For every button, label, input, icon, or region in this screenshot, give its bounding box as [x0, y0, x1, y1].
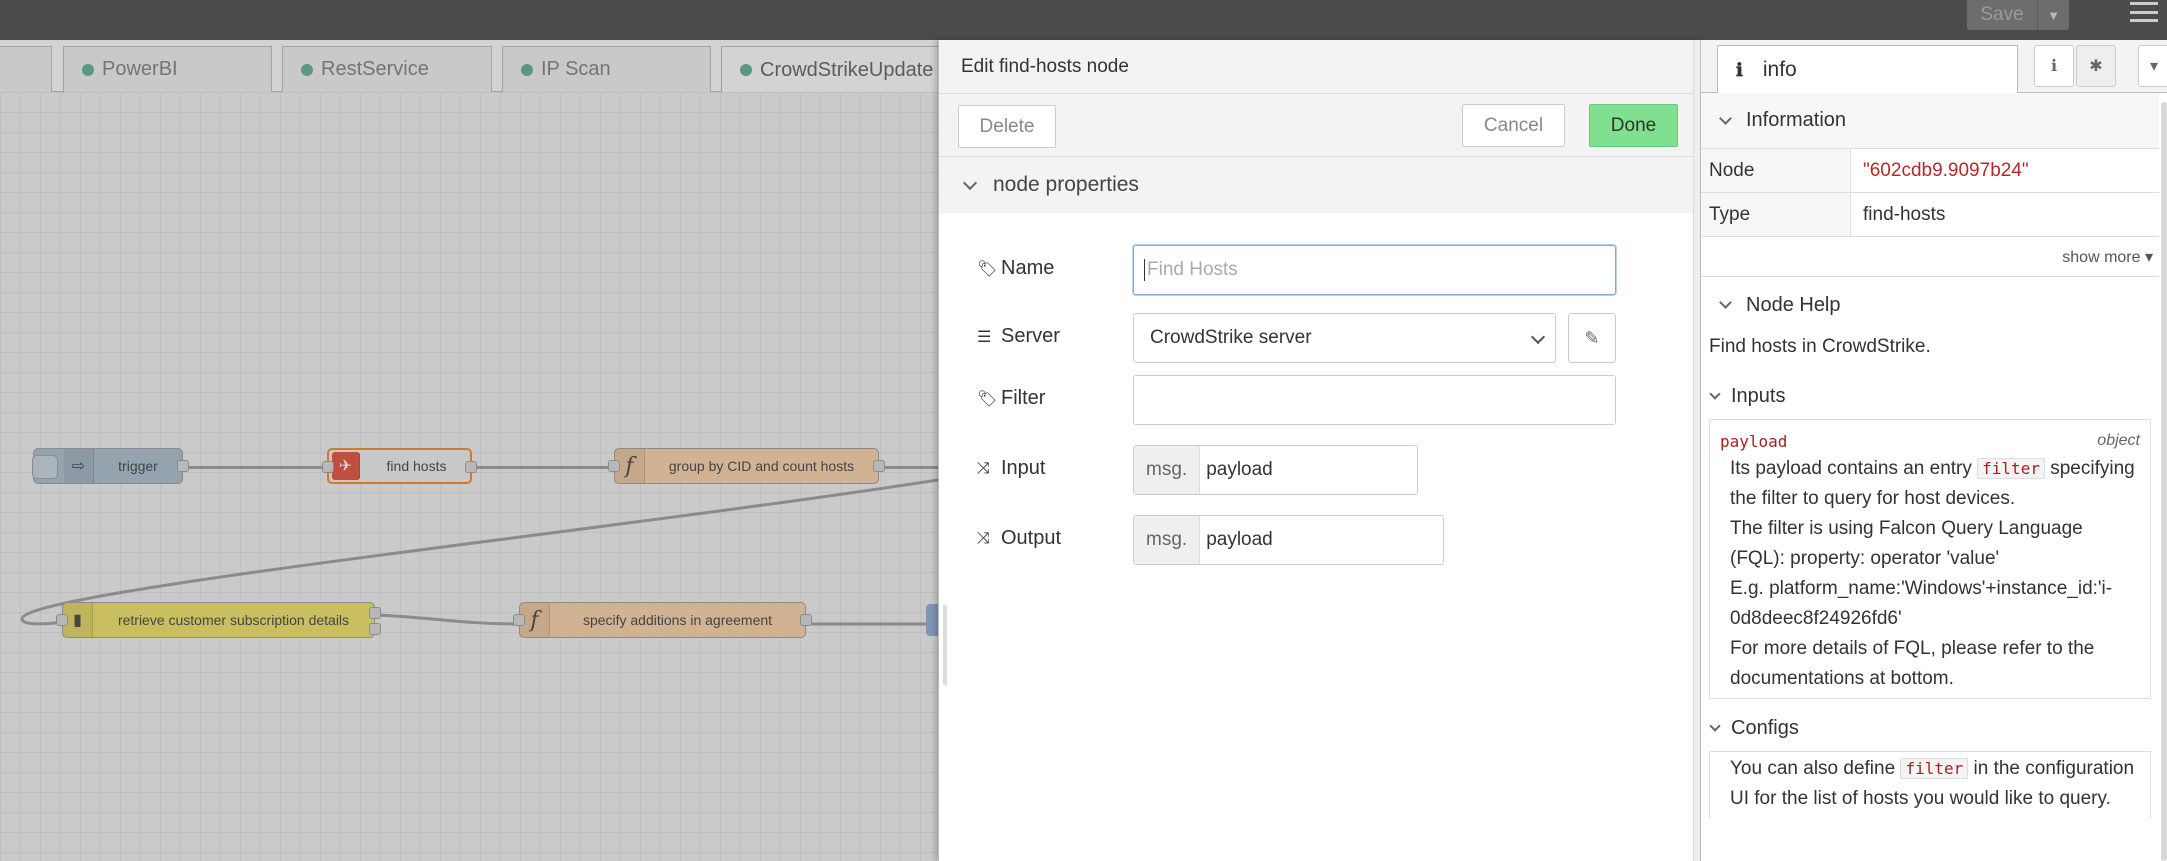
- inline-code: filter: [1977, 458, 2045, 479]
- msg-prefix[interactable]: msg.: [1134, 516, 1201, 564]
- header-text: Node Help: [1746, 293, 1841, 316]
- node-key: Node: [1701, 149, 1851, 192]
- doc-paragraph: For more details of FQL, please refer to…: [1730, 638, 2095, 689]
- input-label: ⤨ Input: [977, 457, 1045, 480]
- property-name: payload: [1720, 431, 1788, 451]
- doc-paragraph: E.g. platform_name:'Windows'+instance_id…: [1730, 578, 2113, 629]
- server-value: CrowdStrike server: [1150, 327, 1312, 348]
- server-label: ☰ Server: [977, 325, 1060, 348]
- edit-server-button[interactable]: ✎: [1568, 313, 1616, 363]
- sidebar-tabs: ℹ info ℹ ✱ ▾: [1701, 40, 2167, 94]
- payload-doc: payload object Its payload contains an e…: [1709, 419, 2151, 699]
- name-input[interactable]: Find Hosts: [1133, 245, 1616, 295]
- name-row: 🏷 Name Find Hosts: [939, 245, 1701, 295]
- inline-code: filter: [1900, 758, 1969, 779]
- deploy-group: Save ▼: [1967, 0, 2069, 30]
- workspace-overlay: [0, 40, 938, 861]
- sidebar-scrollbar[interactable]: [2161, 102, 2167, 861]
- shuffle-icon: ⤨: [977, 529, 990, 547]
- output-row: ⤨ Output msg. payload: [939, 515, 1701, 565]
- property-row: payload object: [1720, 428, 2140, 454]
- doc-paragraph: You can also define filter in the config…: [1720, 754, 2140, 814]
- inputs-header: Inputs: [1701, 373, 2159, 419]
- delete-button[interactable]: Delete: [958, 105, 1056, 148]
- cancel-button[interactable]: Cancel: [1462, 104, 1565, 147]
- bug-icon: ✱: [2089, 58, 2103, 75]
- save-options-chevron-down-icon[interactable]: ▼: [2037, 0, 2069, 30]
- tab-label: info: [1762, 58, 1797, 81]
- filter-input[interactable]: [1133, 375, 1616, 425]
- flow-workspace: PowerBI RestService IP Scan CrowdStrikeU…: [0, 40, 938, 861]
- information-header[interactable]: Information: [1701, 93, 2159, 149]
- header-text: Information: [1746, 109, 1847, 131]
- filter-label: 🏷 Filter: [977, 387, 1045, 410]
- pencil-icon: ✎: [1584, 327, 1600, 348]
- info-icon: ℹ: [2050, 58, 2058, 75]
- node-id-value[interactable]: "602cdb9.9097b24": [1851, 160, 2029, 182]
- menu-icon[interactable]: [2124, 0, 2164, 22]
- msg-prefix[interactable]: msg.: [1134, 446, 1201, 494]
- resize-handle[interactable]: [943, 605, 947, 685]
- input-property-field[interactable]: msg. payload: [1133, 445, 1418, 495]
- property-type: object: [2097, 432, 2140, 449]
- label-text: Server: [1001, 325, 1060, 347]
- configs-header: Configs: [1701, 705, 2159, 751]
- sidebar-menu-button[interactable]: ▾: [2138, 45, 2167, 87]
- label-text: Output: [1001, 527, 1062, 549]
- configs-doc: You can also define filter in the config…: [1709, 751, 2151, 818]
- server-row: ☰ Server CrowdStrike server ✎: [939, 313, 1701, 363]
- doc-text: You can also define: [1730, 758, 1896, 779]
- label-text: Name: [1001, 257, 1055, 279]
- edit-node-panel: Edit find-hosts node Delete Cancel Done …: [938, 40, 1701, 861]
- section-label: node properties: [993, 173, 1139, 196]
- sidebar-content: Information Node "602cdb9.9097b24" Type …: [1701, 93, 2159, 861]
- output-label: ⤨ Output: [977, 527, 1061, 550]
- label-text: Input: [1001, 457, 1046, 479]
- label-text: Filter: [1001, 387, 1046, 409]
- info-tab-button[interactable]: ℹ: [2034, 45, 2074, 87]
- chevron-down-icon: [1719, 296, 1732, 309]
- chevron-down-icon: [962, 175, 978, 190]
- node-properties-header[interactable]: node properties: [939, 157, 1700, 213]
- chevron-down-icon: [1530, 329, 1546, 345]
- debug-tab-button[interactable]: ✱: [2076, 45, 2116, 87]
- node-id-row: Node "602cdb9.9097b24": [1701, 149, 2159, 193]
- type-value: find-hosts: [1863, 203, 1946, 225]
- info-icon: ℹ: [1736, 59, 1743, 80]
- tag-icon: 🏷: [977, 260, 998, 278]
- chevron-down-icon: [1719, 111, 1732, 125]
- save-button[interactable]: Save: [1967, 0, 2037, 30]
- help-intro: Find hosts in CrowdStrike.: [1709, 336, 1931, 357]
- server-select[interactable]: CrowdStrike server: [1133, 313, 1556, 363]
- name-placeholder: Find Hosts: [1147, 259, 1238, 280]
- show-more-link[interactable]: show more ▾: [1701, 237, 2159, 277]
- info-sidebar: ℹ info ℹ ✱ ▾ Information Node "602cdb9.9…: [1700, 40, 2167, 861]
- name-label: 🏷 Name: [977, 257, 1054, 280]
- tab-info[interactable]: ℹ info: [1717, 45, 2018, 94]
- header-text: Configs: [1731, 716, 1799, 739]
- type-key: Type: [1701, 193, 1851, 236]
- doc-paragraph: Its payload contains an entry filter spe…: [1720, 454, 2140, 514]
- type-row: Type find-hosts: [1701, 193, 2159, 237]
- doc-paragraph: The filter is using Falcon Query Languag…: [1730, 518, 2083, 569]
- panel-title: Edit find-hosts node: [939, 40, 1700, 94]
- tag-icon: 🏷: [977, 390, 998, 408]
- text-cursor: [1144, 259, 1145, 281]
- chevron-down-icon: [1709, 387, 1721, 400]
- node-help-header[interactable]: Node Help: [1701, 277, 2159, 333]
- doc-text: Its payload contains an entry: [1730, 458, 1972, 479]
- done-button[interactable]: Done: [1589, 104, 1678, 147]
- shuffle-icon: ⤨: [977, 459, 990, 477]
- header-text: Inputs: [1731, 384, 1786, 407]
- input-row: ⤨ Input msg. payload: [939, 445, 1701, 495]
- editor-toolbar: Delete Cancel Done: [939, 94, 1700, 157]
- chevron-down-icon: [1709, 719, 1721, 732]
- output-property-value: payload: [1206, 529, 1273, 550]
- server-icon: ☰: [977, 328, 992, 346]
- output-property-field[interactable]: msg. payload: [1133, 515, 1444, 565]
- chevron-down-icon: ▾: [2149, 58, 2159, 75]
- input-property-value: payload: [1206, 459, 1273, 480]
- filter-row: 🏷 Filter: [939, 375, 1701, 425]
- header-bar: Save ▼: [0, 0, 2167, 40]
